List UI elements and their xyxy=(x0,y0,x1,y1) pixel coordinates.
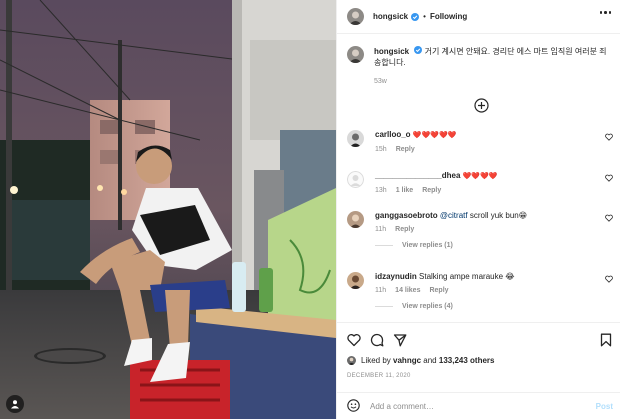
comment-item: ganggasoebroto @citratf scroll yuk bun😁 … xyxy=(347,211,613,249)
comment-username[interactable]: _______________dhea xyxy=(375,171,460,180)
comment-item: carlloo_o ❤️❤️❤️❤️❤️ 15h Reply xyxy=(347,130,613,153)
action-bar xyxy=(337,322,620,358)
view-replies-label: View replies (4) xyxy=(402,303,453,310)
view-replies-button[interactable]: View replies (1) xyxy=(375,242,600,249)
comment-time[interactable]: 13h xyxy=(375,187,387,194)
comment-time[interactable]: 15h xyxy=(375,146,387,153)
post-photo xyxy=(0,0,336,419)
heart-icon[interactable] xyxy=(605,133,613,143)
commenter-avatar[interactable] xyxy=(347,211,364,228)
comment-likes[interactable]: 1 like xyxy=(396,187,414,194)
reply-button[interactable]: Reply xyxy=(422,187,441,194)
separator-dot: • xyxy=(423,12,426,21)
heart-icon[interactable] xyxy=(605,174,613,184)
following-button[interactable]: Following xyxy=(430,12,467,21)
post-caption: hongsick 거기 계시면 안돼요. 경리단 에스 마트 임직원 여러분 죄… xyxy=(347,46,613,87)
caption-time[interactable]: 53w xyxy=(374,76,613,87)
comment-text: ❤️❤️❤️❤️❤️ xyxy=(412,132,457,139)
comment-likes[interactable]: 14 likes xyxy=(395,287,420,294)
heart-icon[interactable] xyxy=(605,214,613,224)
comment-item: idzaynudin Stalking ampe marauke 😂 11h 14… xyxy=(347,272,613,310)
comment-text: ❤️❤️❤️❤️ xyxy=(462,173,498,180)
more-options-icon[interactable] xyxy=(599,11,611,14)
heart-icon[interactable] xyxy=(605,275,613,285)
comment-item: _______________dhea ❤️❤️❤️❤️ 13h 1 like Re… xyxy=(347,171,613,194)
reply-button[interactable]: Reply xyxy=(396,146,415,153)
likes-and: and xyxy=(423,356,437,365)
verified-badge-icon xyxy=(411,12,420,21)
bookmark-icon[interactable] xyxy=(600,333,612,349)
post-header: hongsick • Following xyxy=(337,0,620,34)
paper-plane-icon[interactable] xyxy=(393,333,407,349)
comment-input[interactable]: Add a comment… xyxy=(370,402,434,411)
user-tag-icon[interactable] xyxy=(6,395,24,413)
plus-circle-icon[interactable] xyxy=(474,98,489,113)
comment-time[interactable]: 11h xyxy=(375,287,386,294)
comment-icon[interactable] xyxy=(370,333,384,349)
view-replies-button[interactable]: View replies (4) xyxy=(375,303,600,310)
comment-text: Stalking ampe marauke 😂 xyxy=(419,272,515,281)
comment-text: scroll yuk bun😁 xyxy=(469,211,528,220)
commenter-avatar[interactable] xyxy=(347,130,364,147)
author-username[interactable]: hongsick xyxy=(373,12,408,21)
liker-avatar[interactable] xyxy=(347,356,356,365)
reply-button[interactable]: Reply xyxy=(429,287,448,294)
caption-avatar[interactable] xyxy=(347,46,364,63)
post-button[interactable]: Post xyxy=(596,402,613,411)
likes-summary: Liked by vahngc and 133,243 others xyxy=(347,356,494,365)
comment-username[interactable]: carlloo_o xyxy=(375,130,411,139)
comment-mention[interactable]: @citratf xyxy=(440,211,468,220)
author-avatar[interactable] xyxy=(347,8,364,25)
liker-username[interactable]: vahngc xyxy=(393,356,421,365)
heart-icon[interactable] xyxy=(347,333,361,349)
post-date[interactable]: DECEMBER 11, 2020 xyxy=(347,373,411,379)
smiley-icon[interactable] xyxy=(347,398,360,414)
verified-badge-icon xyxy=(414,46,423,54)
commenter-avatar[interactable] xyxy=(347,171,364,188)
likes-count[interactable]: 133,243 others xyxy=(439,356,495,365)
comment-time[interactable]: 11h xyxy=(375,226,386,233)
add-comment-bar: Add a comment… Post xyxy=(337,392,620,419)
comment-username[interactable]: idzaynudin xyxy=(375,272,417,281)
likes-prefix: Liked by xyxy=(361,356,391,365)
post-panel: hongsick • Following hongsick 거기 계시면 안돼요… xyxy=(336,0,620,419)
caption-username[interactable]: hongsick xyxy=(374,47,409,56)
view-replies-label: View replies (1) xyxy=(402,242,453,249)
commenter-avatar[interactable] xyxy=(347,272,364,289)
caption-text: 거기 계시면 안돼요. 경리단 에스 마트 임직원 여러분 죄송합니다. xyxy=(374,47,607,67)
reply-button[interactable]: Reply xyxy=(395,226,414,233)
comment-username[interactable]: ganggasoebroto xyxy=(375,211,438,220)
